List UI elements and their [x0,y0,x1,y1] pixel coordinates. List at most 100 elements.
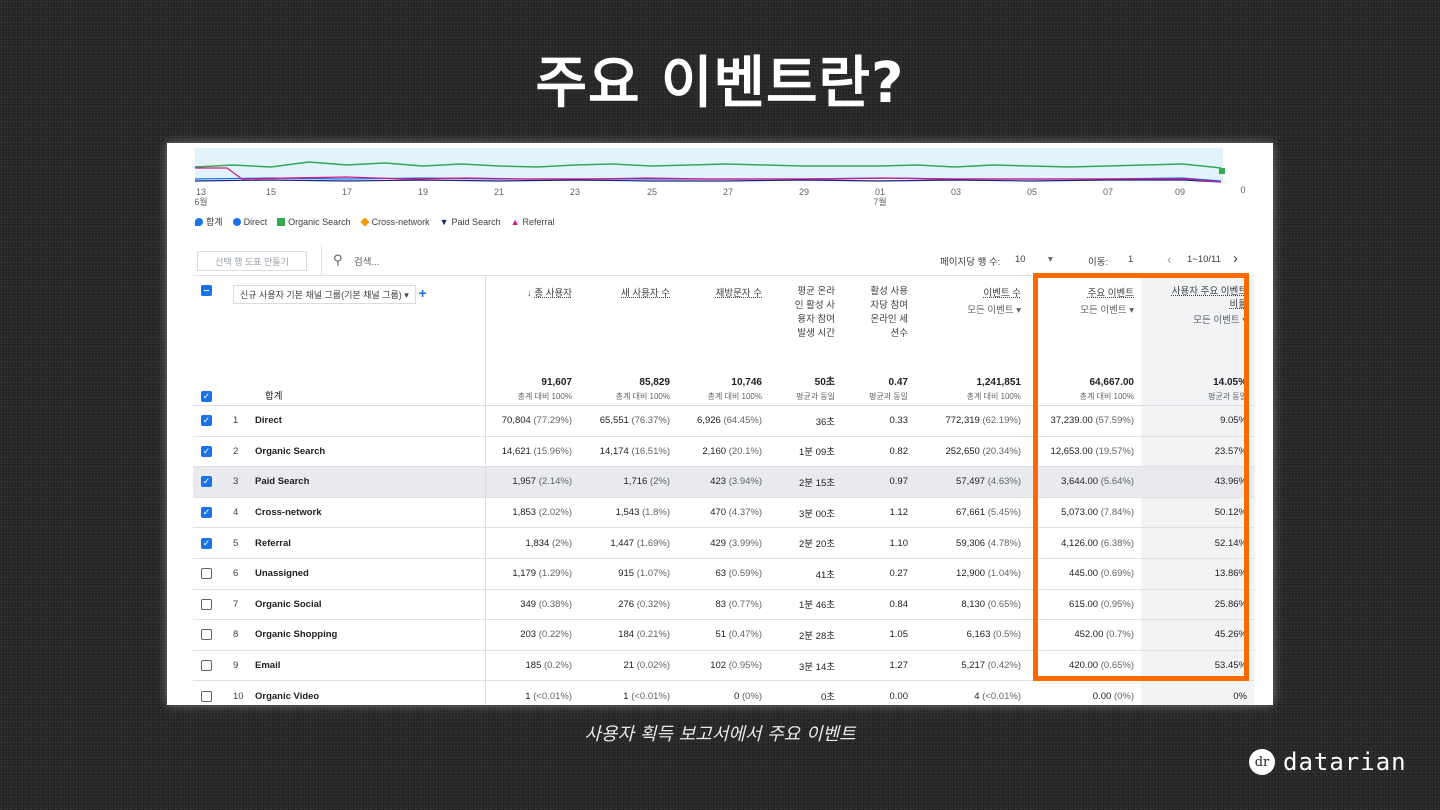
dimension-select[interactable]: 신규 사용자 기본 채널 그룹(기본 채널 그룹) ▾ [233,285,416,304]
row-channel-name[interactable]: Organic Social [255,589,486,621]
legend-item[interactable]: ▲ Referral [511,215,555,228]
row-metric-cell: 2분 15초 [769,466,842,498]
col-header-engagement-time[interactable]: 평균 온라 인 활성 사 용자 참여 발생 시간 [769,275,842,367]
metric-value: 0.97 [889,476,909,488]
row-check-cell [193,680,233,705]
metric-value: 65,551 [599,415,629,427]
row-metric-cell: 2분 20초 [769,527,842,559]
row-metric-cell: 1,543 (1.8%) [579,497,677,529]
row-checkbox[interactable] [201,629,212,641]
row-metric-cell: 1,853 (2.02%) [485,497,579,529]
rows-per-page-select[interactable]: 10 [1015,254,1026,265]
next-page-icon[interactable]: › [1233,250,1238,267]
legend-item[interactable]: Cross-network [360,215,430,228]
x-tick: 05 [1026,187,1037,197]
metric-percent: (2.02%) [538,507,572,519]
row-checkbox[interactable] [201,598,212,610]
row-rank: 4 [233,497,255,529]
metric-value: 2,160 [702,445,727,457]
metric-percent: (4.63%) [987,476,1021,488]
row-channel-name[interactable]: Unassigned [255,558,486,590]
metric-percent: (4.78%) [987,537,1021,549]
row-check-cell [193,619,233,651]
row-checkbox[interactable] [201,568,212,580]
col-header-total-users[interactable]: ↓ 총 사용자 [485,275,579,367]
row-rank: 8 [233,619,255,651]
select-all-checkbox[interactable] [201,285,212,296]
goto-input[interactable]: 1 [1128,254,1133,265]
row-channel-name[interactable]: Email [255,650,486,682]
legend-item[interactable]: ▼ Paid Search [440,215,501,228]
total-cell: 1,241,851 총계 대비 100% [915,367,1028,406]
prev-page-icon[interactable]: ‹ [1167,251,1172,267]
row-rank: 3 [233,466,255,498]
metric-percent: (0.47%) [728,629,762,641]
metric-percent: (62.19%) [982,415,1021,427]
metric-value: 59,306 [956,537,986,549]
slide-caption: 사용자 획득 보고서에서 주요 이벤트 [584,724,856,745]
row-channel-name[interactable]: Paid Search [255,466,486,498]
legend-item[interactable]: 합계 [195,215,223,228]
metric-percent: (0.59%) [728,568,762,580]
metric-percent: (64.45%) [723,415,762,427]
row-metric-cell: 51 (0.47%) [677,619,769,651]
event-filter[interactable]: 모든 이벤트 [967,305,1013,316]
make-chart-button[interactable]: 선택 행 도표 만들기 [197,251,307,271]
legend-item[interactable]: Organic Search [277,215,351,228]
row-check-cell: ✓ [193,466,233,498]
row-metric-cell: 12,900 (1.04%) [915,558,1028,590]
metric-value: 1,179 [512,568,537,580]
row-metric-cell: 915 (1.07%) [579,558,677,590]
total-cell: 10,746 총계 대비 100% [677,367,769,406]
row-metric-cell: 0.97 [842,466,915,498]
x-tick: 21 [493,187,504,197]
legend-item[interactable]: Direct [232,215,267,228]
col-header-sessions-per-user[interactable]: 활성 사용 자당 참여 온라인 세 션수 [842,275,915,367]
chevron-down-icon[interactable]: ▾ [1048,254,1053,265]
row-check-cell [193,650,233,682]
row-channel-name[interactable]: Organic Search [255,436,486,468]
divider [321,245,322,275]
totals-checkbox[interactable]: ✓ [201,390,212,402]
metric-value: 3분 14초 [799,661,835,673]
col-header-returning[interactable]: 재방문자 수 [677,275,769,367]
search-input[interactable]: 검색... [354,254,379,268]
row-channel-name[interactable]: Referral [255,527,486,559]
row-channel-name[interactable]: Cross-network [255,497,486,529]
row-channel-name[interactable]: Organic Video [255,680,486,705]
search-icon[interactable]: ⚲ [333,252,343,268]
add-dimension-icon[interactable]: + [418,285,426,301]
row-checkbox[interactable]: ✓ [201,415,212,427]
metric-value: 63 [715,568,727,580]
table-row[interactable]: 10 Organic Video 1 (<0.01%) 1 (<0.01%) 0 (0%… [193,680,1254,705]
row-checkbox[interactable]: ✓ [201,476,212,488]
row-checkbox[interactable]: ✓ [201,537,212,549]
row-checkbox[interactable]: ✓ [201,507,212,519]
metric-value: 12,900 [956,568,986,580]
row-metric-cell: 0.82 [842,436,915,468]
row-checkbox[interactable]: ✓ [201,445,212,457]
metric-value: 1,834 [525,537,550,549]
metric-percent: (2.14%) [538,476,572,488]
metric-value: 2분 15초 [799,477,835,489]
metric-value: 1,716 [623,476,648,488]
totals-check-cell: ✓ [193,367,233,406]
total-cell: 91,607 총계 대비 100% [485,367,579,406]
col-header-event-count[interactable]: 이벤트 수 모든 이벤트 ▾ [915,275,1028,367]
col-header-new-users[interactable]: 새 사용자 수 [579,275,677,367]
rows-per-page-label: 페이지당 행 수: [940,257,1001,268]
x-tick: 09 [1174,187,1185,197]
row-checkbox[interactable] [201,660,212,672]
row-check-cell: ✓ [193,527,233,559]
x-tick: 07 [1102,187,1113,197]
metric-value: 470 [710,507,727,519]
row-channel-name[interactable]: Organic Shopping [255,619,486,651]
row-channel-name[interactable]: Direct [255,405,486,437]
row-metric-cell: 0% [1141,680,1254,705]
row-checkbox[interactable] [201,690,212,702]
col-label: 총 사용자 [534,288,572,299]
metric-value: 1,853 [512,507,537,519]
row-check-cell: ✓ [193,497,233,529]
metric-percent: (2%) [551,537,572,549]
x-tick: 13 6월 [194,187,208,207]
